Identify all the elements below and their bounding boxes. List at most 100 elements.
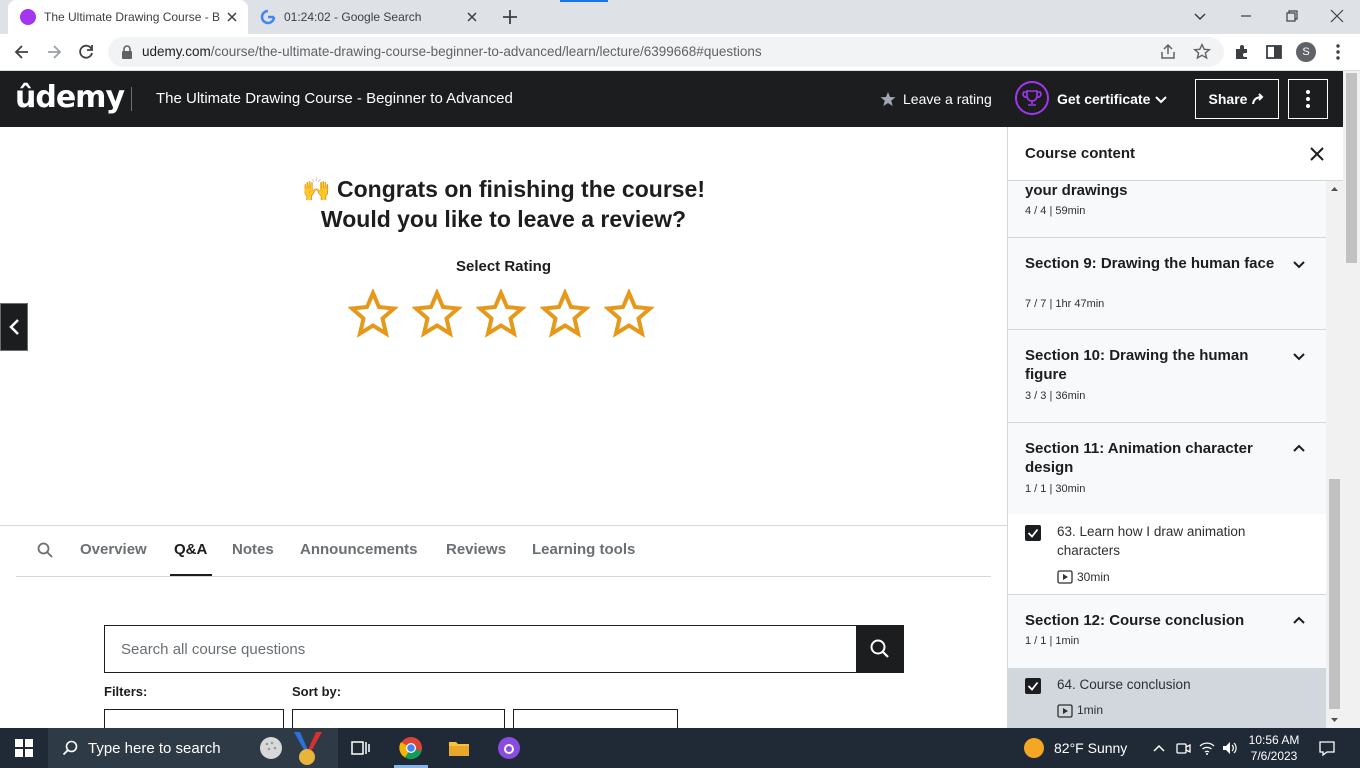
extensions-puzzle-icon[interactable] — [1232, 42, 1252, 62]
tab-notes[interactable]: Notes — [232, 541, 274, 558]
notification-icon[interactable] — [1318, 739, 1336, 757]
video-play-icon — [1057, 704, 1073, 718]
tab-loading-indicator — [560, 0, 608, 2]
weather-sun-icon[interactable] — [1024, 738, 1044, 758]
header-divider — [131, 87, 132, 111]
lecture-item[interactable]: 63. Learn how I draw animation character… — [1008, 514, 1326, 595]
section-name: Section 9: Drawing the human face — [1025, 255, 1275, 272]
forward-icon[interactable] — [44, 42, 64, 62]
selected-tab-indicator — [170, 574, 212, 576]
back-icon[interactable] — [12, 42, 32, 62]
lecture-item-current[interactable]: 64. Course conclusion 1min — [1008, 668, 1326, 728]
search-icon — [62, 740, 78, 756]
tab-reviews[interactable]: Reviews — [446, 541, 506, 558]
rating-star-icon[interactable] — [476, 289, 526, 339]
lecture-name: 63. Learn how I draw animation character… — [1057, 524, 1246, 558]
scroll-up-arrow-icon[interactable] — [1326, 183, 1343, 195]
page-scroll-thumb[interactable] — [1346, 73, 1357, 263]
golf-ball-icon — [258, 735, 284, 761]
section-10[interactable]: Section 10: Drawing the human figure 3 /… — [1008, 330, 1326, 423]
close-tab-icon[interactable] — [464, 9, 480, 25]
wifi-icon[interactable] — [1199, 740, 1215, 756]
section-meta: 7 / 7 | 1hr 47min — [1025, 298, 1105, 310]
scroll-down-arrow-icon[interactable] — [1326, 714, 1343, 726]
sidebar-scroll-thumb[interactable] — [1329, 479, 1340, 709]
restore-icon[interactable] — [1282, 6, 1302, 26]
chrome-menu-icon[interactable] — [1328, 42, 1348, 62]
chevron-up-icon[interactable] — [1292, 442, 1306, 456]
course-content-sidebar: Course content your drawings 4 / 4 | 59m… — [1007, 127, 1343, 728]
lecture-duration: 1min — [1077, 703, 1104, 717]
reload-icon[interactable] — [76, 42, 96, 62]
chevron-up-icon[interactable] — [1292, 614, 1306, 628]
url-path: /course/the-ultimate-drawing-course-begi… — [210, 44, 762, 59]
section-meta: 1 / 1 | 1min — [1025, 635, 1080, 647]
search-icon[interactable] — [37, 542, 53, 558]
show-hidden-icons-chevron-icon[interactable] — [1151, 740, 1167, 756]
tab-learning-tools[interactable]: Learning tools — [532, 541, 635, 558]
task-view-icon[interactable] — [349, 736, 373, 760]
rating-star-icon[interactable] — [348, 289, 398, 339]
qa-search-input[interactable] — [105, 626, 856, 672]
rating-star-icon[interactable] — [540, 289, 590, 339]
checkbox-checked-icon[interactable] — [1025, 678, 1041, 694]
qa-search-box — [104, 625, 857, 673]
share-page-icon[interactable] — [1158, 42, 1178, 62]
section-9[interactable]: Section 9: Drawing the human face 7 / 7 … — [1008, 238, 1326, 330]
tab-announcements[interactable]: Announcements — [300, 541, 418, 558]
url-domain: udemy.com — [142, 44, 211, 59]
minimize-icon[interactable] — [1236, 6, 1256, 26]
chevron-down-icon[interactable] — [1292, 349, 1306, 363]
leave-rating-link[interactable]: Leave a rating — [903, 91, 992, 107]
course-title[interactable]: The Ultimate Drawing Course - Beginner t… — [156, 90, 513, 107]
profile-avatar[interactable]: S — [1296, 42, 1316, 62]
chrome-icon[interactable] — [399, 736, 423, 760]
tab-qa[interactable]: Q&A — [174, 541, 207, 558]
checkbox-checked-icon[interactable] — [1025, 525, 1041, 541]
system-clock[interactable]: 10:56 AM 7/6/2023 — [1246, 732, 1302, 764]
star-icon[interactable] — [880, 91, 896, 107]
new-tab-icon[interactable] — [500, 7, 520, 27]
google-favicon-icon — [260, 9, 276, 25]
more-options-button[interactable] — [1288, 79, 1328, 119]
windows-start-icon[interactable] — [15, 739, 33, 757]
qa-search-button[interactable] — [856, 625, 904, 673]
udemy-logo[interactable]: ûdemy — [15, 80, 125, 115]
meet-now-icon[interactable] — [1175, 740, 1191, 756]
congrats-line-1: Congrats on finishing the course! — [337, 176, 706, 202]
share-button[interactable]: Share — [1195, 79, 1279, 119]
rating-star-icon[interactable] — [412, 289, 462, 339]
browser-tab-google[interactable]: 01:24:02 - Google Search — [248, 0, 488, 34]
lecture-name: 64. Course conclusion — [1057, 677, 1191, 692]
volume-icon[interactable] — [1221, 740, 1237, 756]
address-bar[interactable]: udemy.com/course/the-ultimate-drawing-co… — [108, 37, 1224, 67]
close-tab-icon[interactable] — [224, 9, 240, 25]
tab-overview[interactable]: Overview — [80, 541, 147, 558]
weather-text[interactable]: 82°F Sunny — [1054, 740, 1127, 756]
github-desktop-icon[interactable] — [497, 736, 521, 760]
previous-lecture-button[interactable] — [0, 303, 28, 351]
close-icon[interactable] — [1308, 145, 1326, 163]
close-window-icon[interactable] — [1327, 6, 1347, 26]
get-certificate-button[interactable]: Get certificate — [1057, 91, 1150, 107]
congrats-message: 🙌 Congrats on finishing the course! Woul… — [0, 174, 1007, 234]
sidebar-title: Course content — [1025, 145, 1136, 162]
trophy-icon[interactable] — [1015, 81, 1049, 115]
section-11[interactable]: Section 11: Animation character design 1… — [1008, 423, 1326, 514]
file-explorer-icon[interactable] — [447, 736, 471, 760]
tab-search-chevron-icon[interactable] — [1190, 6, 1210, 26]
section-12[interactable]: Section 12: Course conclusion 1 / 1 | 1m… — [1008, 595, 1326, 668]
section-your-drawings[interactable]: your drawings 4 / 4 | 59min — [1008, 181, 1326, 238]
browser-tab-udemy[interactable]: The Ultimate Drawing Course - B — [8, 0, 248, 34]
page-scrollbar[interactable] — [1343, 71, 1360, 728]
section-meta: 1 / 1 | 30min — [1025, 483, 1086, 495]
rating-star-icon[interactable] — [604, 289, 654, 339]
lock-icon[interactable] — [120, 44, 134, 60]
sidebar-scrollbar[interactable] — [1326, 181, 1343, 728]
chevron-down-icon[interactable] — [1292, 257, 1306, 271]
taskbar-search-box[interactable]: Type here to search — [48, 728, 338, 768]
side-panel-icon[interactable] — [1264, 42, 1284, 62]
bookmark-star-icon[interactable] — [1192, 42, 1212, 62]
url-text: udemy.com/course/the-ultimate-drawing-co… — [142, 44, 762, 59]
chevron-down-icon[interactable] — [1154, 92, 1168, 106]
